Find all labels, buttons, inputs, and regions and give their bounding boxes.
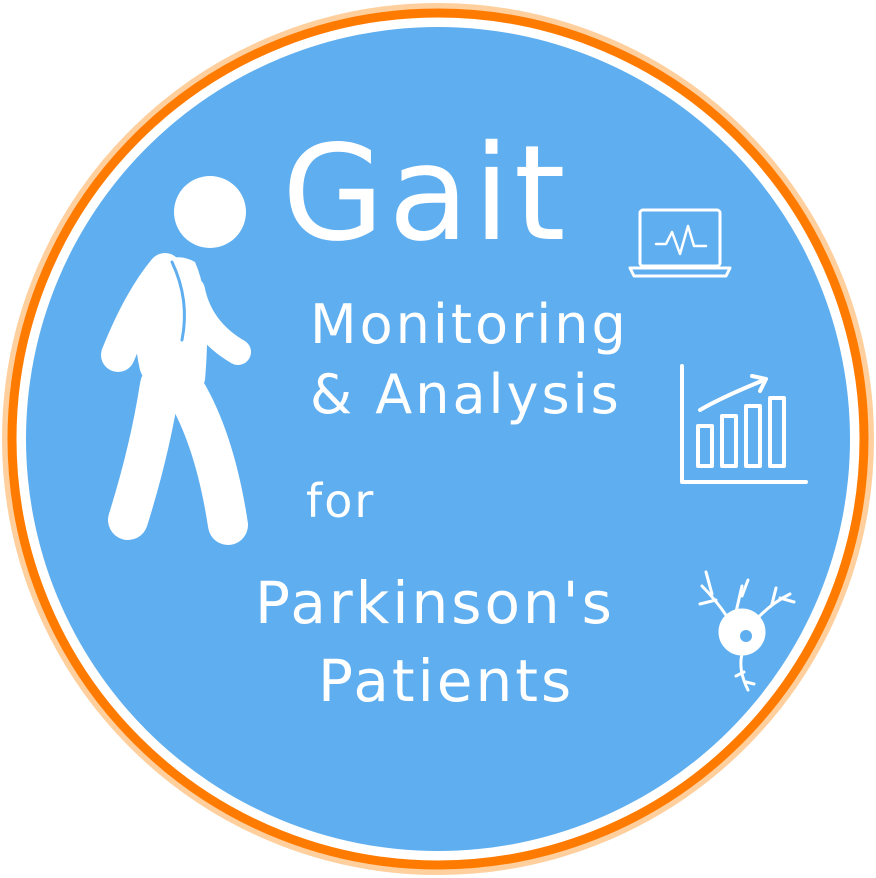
logo-connector: for [306, 474, 376, 528]
logo-subtitle-parkinsons: Parkinson's [255, 569, 615, 637]
logo-subtitle-monitoring: Monitoring [310, 293, 629, 356]
logo-title: Gait [282, 117, 570, 271]
logo-subtitle-patients: Patients [318, 647, 575, 715]
logo-subtitle-analysis: & Analysis [310, 363, 622, 426]
